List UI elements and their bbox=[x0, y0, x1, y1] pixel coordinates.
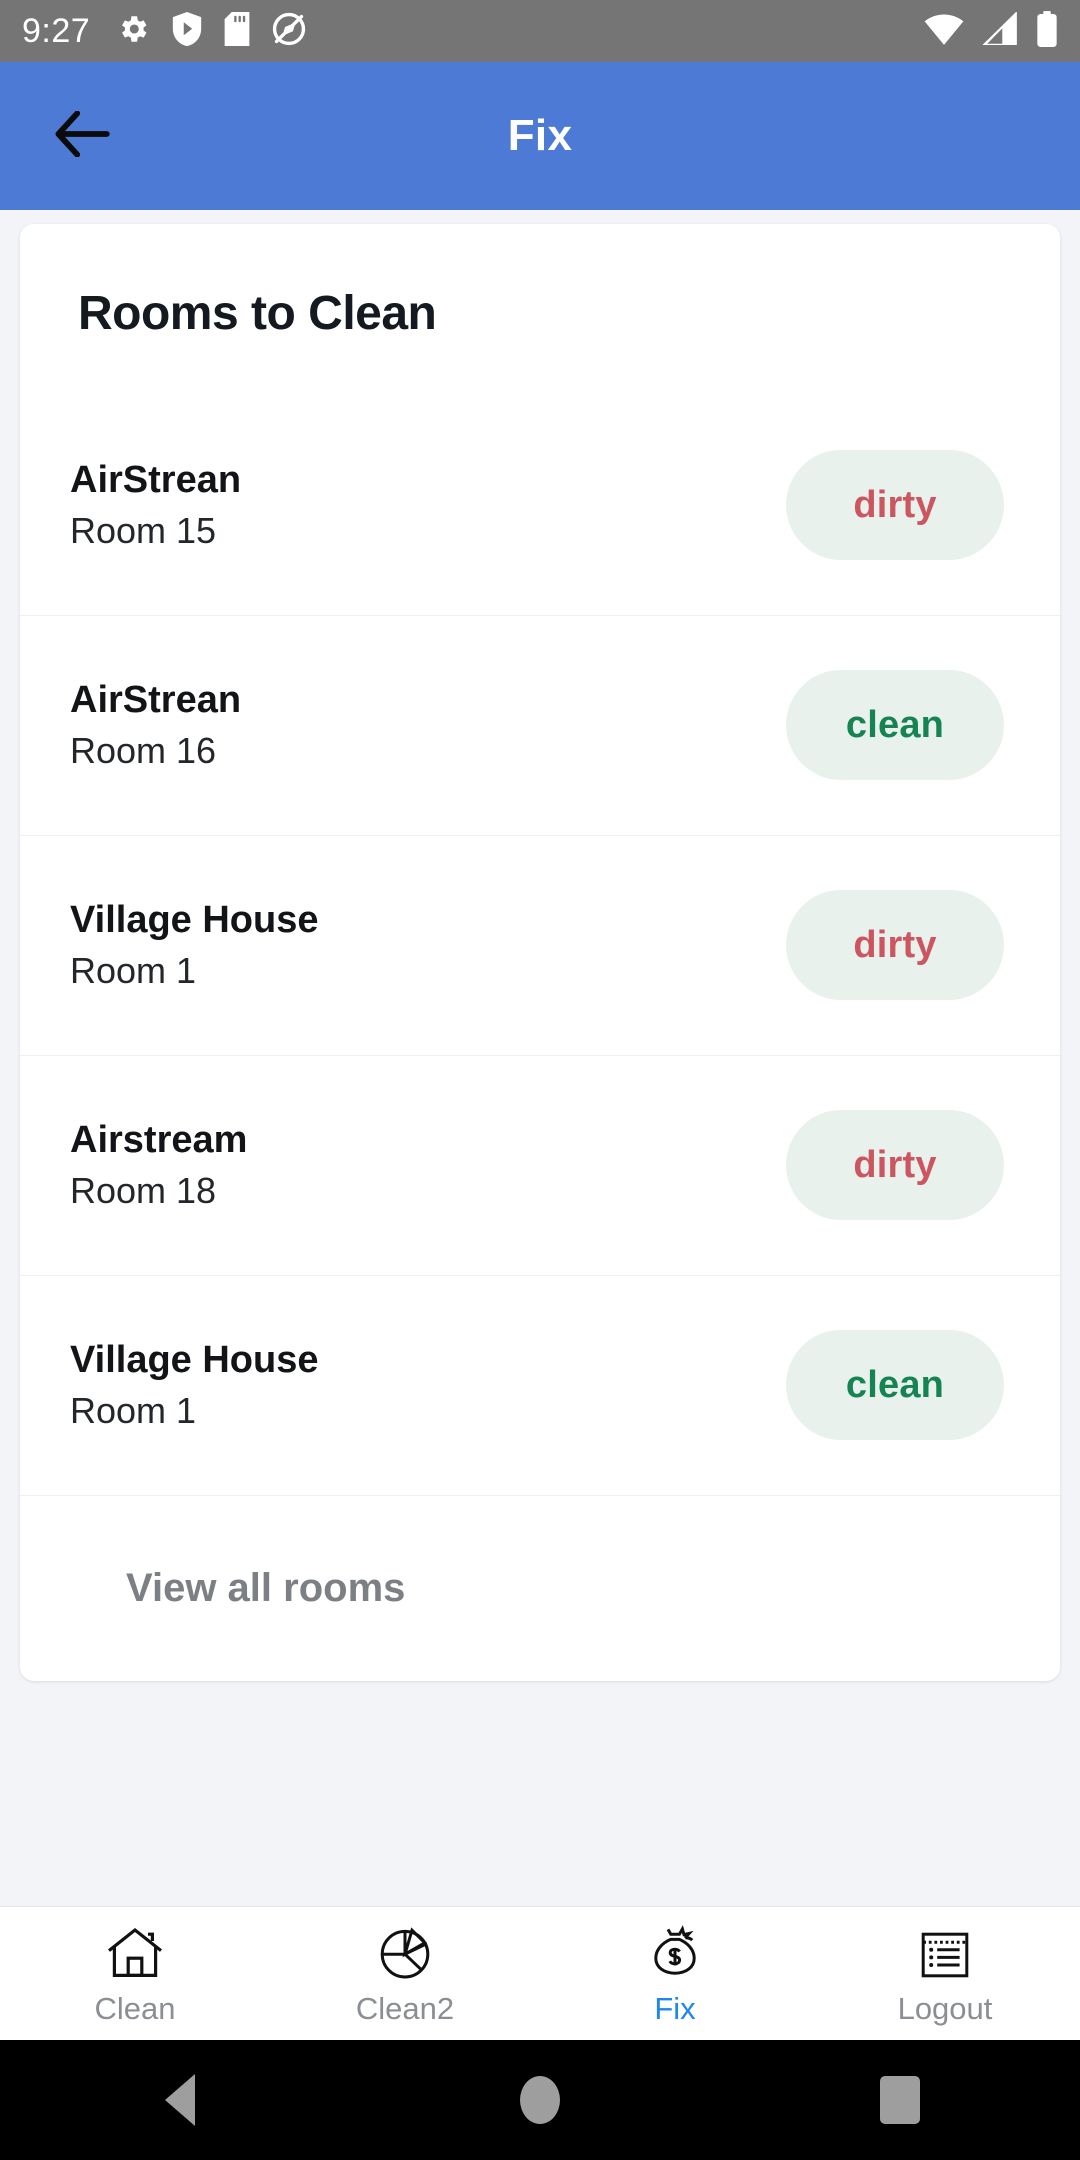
property-name: AirStrean bbox=[70, 458, 242, 501]
status-badge[interactable]: clean bbox=[786, 1330, 1004, 1440]
property-name: Airstream bbox=[70, 1118, 248, 1161]
nav-item-fix[interactable]: Fix bbox=[540, 1907, 810, 2040]
gear-icon bbox=[116, 12, 150, 51]
cell-signal-icon bbox=[982, 10, 1018, 51]
status-bar-clock: 9:27 bbox=[22, 12, 91, 50]
card-heading: Rooms to Clean bbox=[78, 287, 437, 340]
page-title: Fix bbox=[507, 111, 573, 160]
sd-card-icon bbox=[224, 11, 250, 51]
home-circle-icon bbox=[520, 2076, 560, 2124]
room-info: Airstream Room 18 bbox=[70, 1119, 247, 1212]
view-all-rooms-link[interactable]: View all rooms bbox=[126, 1566, 405, 1611]
table-row[interactable]: Village House Room 1 clean bbox=[20, 1275, 1060, 1495]
room-info: AirStrean Room 16 bbox=[70, 679, 241, 772]
android-navigation-bar bbox=[0, 2040, 1080, 2160]
nav-label: Logout bbox=[897, 1991, 993, 2026]
recents-square-icon bbox=[880, 2076, 920, 2124]
nav-label: Clean bbox=[94, 1991, 176, 2026]
arrow-left-icon bbox=[54, 110, 110, 162]
house-icon bbox=[106, 1923, 164, 1979]
main-content: Rooms to Clean AirStrean Room 15 dirty A… bbox=[0, 210, 1080, 1906]
nav-item-clean2[interactable]: Clean2 bbox=[270, 1907, 540, 2040]
battery-icon bbox=[1036, 10, 1058, 52]
nav-item-logout[interactable]: Logout bbox=[810, 1907, 1080, 2040]
nav-item-clean[interactable]: Clean bbox=[0, 1907, 270, 2040]
rooms-card: Rooms to Clean AirStrean Room 15 dirty A… bbox=[20, 224, 1060, 1681]
room-info: Village House Room 1 bbox=[70, 1339, 319, 1432]
android-recents-button[interactable] bbox=[840, 2040, 960, 2160]
back-button[interactable] bbox=[46, 100, 118, 172]
room-number: Room 18 bbox=[70, 1170, 217, 1212]
room-number: Room 16 bbox=[70, 730, 217, 772]
view-all-rooms-row[interactable]: View all rooms bbox=[20, 1495, 1060, 1681]
table-row[interactable]: Airstream Room 18 dirty bbox=[20, 1055, 1060, 1275]
status-badge[interactable]: dirty bbox=[786, 890, 1004, 1000]
android-home-button[interactable] bbox=[480, 2040, 600, 2160]
property-name: AirStrean bbox=[70, 678, 242, 721]
play-protect-shield-icon bbox=[172, 11, 202, 51]
table-row[interactable]: AirStrean Room 15 dirty bbox=[20, 395, 1060, 615]
property-name: Village House bbox=[70, 1338, 319, 1381]
room-info: Village House Room 1 bbox=[70, 899, 319, 992]
status-badge[interactable]: dirty bbox=[786, 1110, 1004, 1220]
pie-chart-icon bbox=[379, 1923, 431, 1979]
android-back-button[interactable] bbox=[120, 2040, 240, 2160]
nav-label: Fix bbox=[654, 1991, 696, 2026]
status-bar-notification-icons bbox=[116, 11, 306, 51]
room-number: Room 1 bbox=[70, 950, 197, 992]
room-info: AirStrean Room 15 bbox=[70, 459, 241, 552]
wifi-icon bbox=[924, 12, 964, 51]
back-triangle-icon bbox=[165, 2074, 195, 2126]
room-number: Room 15 bbox=[70, 510, 217, 552]
nav-label: Clean2 bbox=[355, 1991, 455, 2026]
status-badge[interactable]: clean bbox=[786, 670, 1004, 780]
money-bag-icon bbox=[648, 1923, 702, 1979]
table-row[interactable]: Village House Room 1 dirty bbox=[20, 835, 1060, 1055]
phone-screen: 9:27 Fix Rooms to Clean AirStrean Room 1… bbox=[0, 0, 1080, 2160]
app-bar: Fix bbox=[0, 62, 1080, 210]
list-note-icon bbox=[920, 1923, 970, 1979]
property-name: Village House bbox=[70, 898, 319, 941]
status-bar: 9:27 bbox=[0, 0, 1080, 62]
table-row[interactable]: AirStrean Room 16 clean bbox=[20, 615, 1060, 835]
status-bar-system-icons bbox=[924, 10, 1058, 52]
bottom-navigation: Clean Clean2 Fix Logout bbox=[0, 1906, 1080, 2040]
location-off-icon bbox=[272, 12, 306, 51]
status-badge[interactable]: dirty bbox=[786, 450, 1004, 560]
room-number: Room 1 bbox=[70, 1390, 197, 1432]
